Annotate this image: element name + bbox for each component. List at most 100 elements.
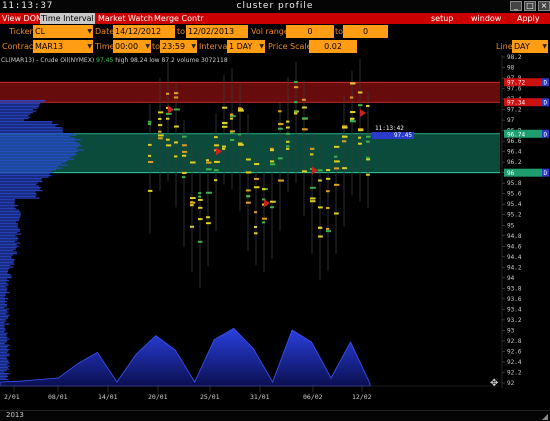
price-tick-label: 93.4 (507, 306, 522, 313)
volume-profile-bar (0, 113, 31, 115)
volume-profile-bar (0, 158, 75, 160)
volume-profile-bar (0, 239, 18, 241)
menu-setup[interactable]: setup (430, 13, 454, 24)
date-from-field[interactable]: 14/12/2012 (113, 25, 175, 38)
cluster-cell (294, 101, 298, 104)
volume-profile-bar (0, 118, 29, 120)
volume-profile-bar (0, 251, 17, 253)
cluster-cell (286, 140, 290, 143)
menu-view-dom[interactable]: View DOM (1, 13, 44, 24)
volume-profile-bar (0, 257, 12, 259)
cluster-cell (166, 92, 170, 95)
cluster-cell (270, 149, 274, 152)
info-volume: 3072118 (200, 57, 228, 64)
volume-profile-bar (0, 245, 19, 247)
menu-merge-contr[interactable]: Merge Contr (153, 13, 205, 24)
date-to-field[interactable]: 12/02/2013 (186, 25, 248, 38)
cluster-cell (270, 160, 275, 163)
volume-profile-bar (0, 173, 50, 175)
cluster-cell (190, 225, 195, 228)
volume-profile-bar (0, 340, 8, 342)
cluster-cell (206, 159, 210, 162)
volume-profile-bar (0, 248, 16, 250)
volume-profile-bar (0, 356, 7, 358)
volume-profile-bar (0, 271, 9, 273)
volume-profile-bar (0, 370, 7, 372)
cluster-cell (318, 206, 323, 209)
volume-profile-bar (0, 278, 8, 280)
cluster-cell (214, 179, 218, 182)
price-tag-letter: D (544, 170, 548, 177)
volume-profile-bar (0, 338, 10, 340)
price-tick-label: 95.4 (507, 201, 522, 208)
volume-profile-bar (0, 124, 59, 126)
cluster-cell (326, 190, 330, 193)
volume-profile-bar (0, 322, 5, 324)
cluster-cell (350, 120, 356, 123)
line-value: DAY (514, 42, 530, 51)
cluster-chart[interactable]: 98.29897.897.697.497.29796.896.696.496.2… (0, 52, 550, 410)
cluster-cell (174, 125, 179, 128)
cluster-cell (286, 145, 290, 148)
menu-time-interval[interactable]: Time Interval (40, 13, 95, 24)
date-tick-label: 25/01 (200, 393, 220, 401)
cluster-cell (278, 110, 282, 113)
instrument-info: CL(MAR13) - Crude Oil(NYMEX) 97.45 high … (1, 57, 228, 64)
cluster-cell (214, 136, 218, 139)
menu-market-watch[interactable]: Market Watch (97, 13, 154, 24)
cluster-cell (350, 117, 355, 120)
volume-profile-bar (0, 379, 9, 381)
cluster-cell (350, 96, 354, 99)
volume-profile-bar (0, 169, 57, 171)
current-price-marker: 97.45 (372, 132, 414, 139)
price-tag-letter: D (544, 131, 548, 138)
volume-profile-bar (0, 377, 7, 379)
date-tick-label: 31/01 (250, 393, 270, 401)
volume-profile-bar (0, 194, 37, 196)
volume-profile-bar (0, 364, 8, 366)
volume-profile-bar (0, 136, 70, 138)
price-tag-letter: D (544, 100, 548, 107)
ticker-select[interactable]: CL ▼ (33, 25, 93, 38)
resize-grip-icon[interactable]: ◢ (542, 412, 548, 421)
cluster-cell (230, 113, 234, 116)
volume-profile-bar (0, 106, 39, 108)
cluster-cell (148, 161, 154, 164)
volume-profile-bar (0, 104, 40, 106)
cluster-cell (310, 200, 316, 203)
restore-button[interactable]: □ (524, 1, 536, 11)
vol-from-field[interactable]: 0 (286, 25, 334, 38)
ticker-label: Ticker (9, 27, 33, 36)
cluster-cell (286, 132, 291, 135)
volume-profile-bar (0, 341, 7, 343)
close-button[interactable]: × (538, 1, 550, 11)
volume-profile-bar (0, 361, 9, 363)
cluster-cell (350, 111, 356, 114)
cluster-cell (358, 142, 362, 145)
cluster-cell (302, 106, 307, 109)
volume-profile-bar (0, 284, 9, 286)
volume-profile-bar (0, 266, 14, 268)
volume-profile-bar (0, 298, 9, 300)
vol-to-field[interactable]: 0 (343, 25, 388, 38)
price-tag-value: 96.74 (507, 131, 525, 138)
volume-profile-bar (0, 103, 41, 105)
volume-profile-bar (0, 238, 19, 240)
volume-profile-bar (0, 353, 10, 355)
cluster-cell (262, 188, 266, 191)
year-label: 2013 (6, 411, 24, 419)
menu-window[interactable]: window (470, 13, 502, 24)
cluster-cell (158, 134, 164, 137)
menu-apply[interactable]: Apply (516, 13, 541, 24)
volume-profile-bar (0, 287, 8, 289)
price-tick-label: 92 (507, 380, 515, 387)
cluster-cell (222, 145, 226, 148)
volume-profile-bar (0, 149, 85, 151)
volume-profile-bar (0, 334, 7, 336)
cluster-cell (158, 117, 162, 120)
volume-profile-bar (0, 359, 9, 361)
cluster-cell (182, 135, 187, 138)
minimize-button[interactable]: _ (510, 1, 522, 11)
volume-profile-bar (0, 262, 14, 264)
daily-volume-area (0, 327, 371, 387)
